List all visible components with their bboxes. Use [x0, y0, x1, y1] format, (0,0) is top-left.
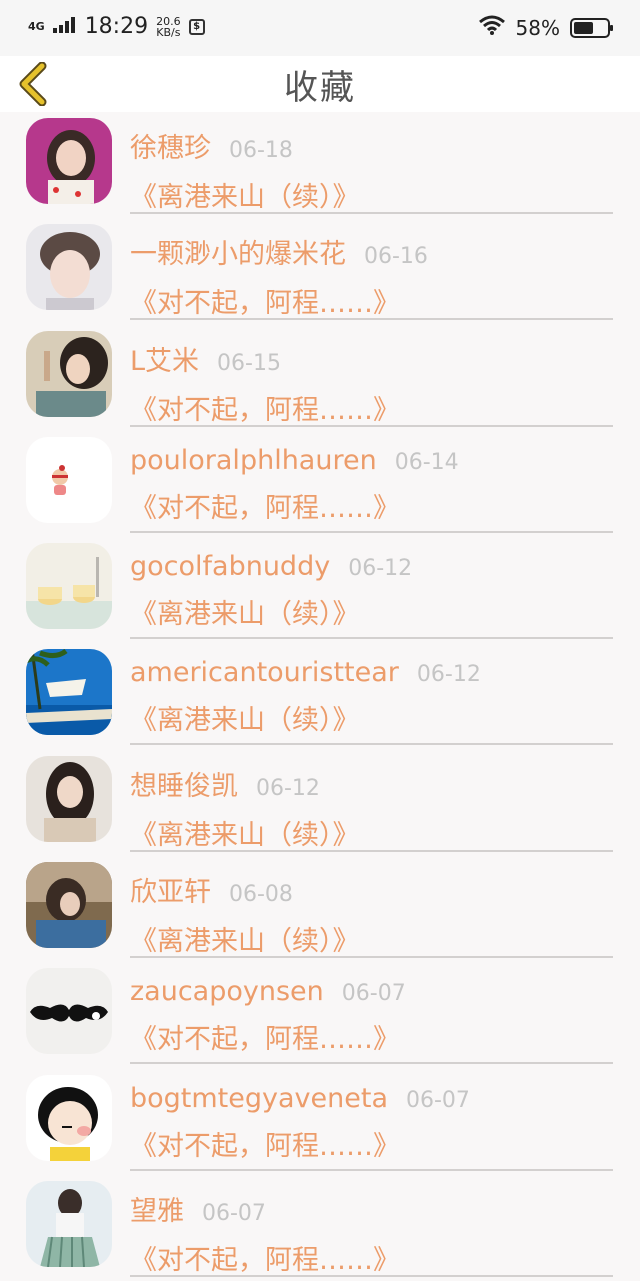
date-label: 06-12	[348, 556, 413, 582]
story-title: 《离港来山（续）》	[130, 819, 360, 851]
author-name: gocolfabnuddy	[130, 551, 331, 583]
author-name: pouloralphlhauren	[130, 444, 377, 476]
date-label: 06-07	[341, 981, 406, 1007]
story-title: 《对不起，阿程……》	[130, 1024, 400, 1056]
date-label: 06-12	[256, 775, 320, 801]
back-button[interactable]	[14, 62, 54, 106]
author-name: americantouristtear	[130, 657, 399, 689]
avatar[interactable]	[26, 118, 112, 204]
status-bar: 4G 18:29 20.6 KB/s $ 58%	[0, 0, 640, 56]
clock: 18:29	[84, 14, 149, 39]
date-label: 06-15	[217, 350, 281, 376]
avatar[interactable]	[26, 1074, 112, 1161]
author-name: zaucapoynsen	[130, 976, 324, 1008]
page-title: 收藏	[284, 67, 356, 108]
list-item[interactable]: zaucapoynsen 06-07 《对不起，阿程……》	[0, 962, 640, 1068]
list-item-body: bogtmtegyaveneta 06-07 《对不起，阿程……》	[130, 1077, 613, 1171]
list-item-body: 想睡俊凯 06-12 《离港来山（续）》	[130, 758, 613, 852]
author-name: L艾米	[130, 345, 200, 377]
list-item-body: 望雅 06-07 《对不起，阿程……》	[130, 1183, 613, 1277]
battery-percent: 58%	[515, 15, 560, 40]
list-item[interactable]: gocolfabnuddy 06-12 《离港来山（续）》	[0, 537, 640, 643]
wifi-icon	[478, 15, 506, 40]
list-item-body: 徐穗珍 06-18 《离港来山（续）》	[130, 120, 613, 214]
avatar[interactable]	[26, 224, 112, 311]
author-name: 想睡俊凯	[130, 770, 238, 802]
list-item[interactable]: pouloralphlhauren 06-14 《对不起，阿程……》	[0, 431, 640, 537]
favorites-list: 徐穗珍 06-18 《离港来山（续）》 一颗渺小的爆米花 06-16 《对不起，…	[0, 112, 640, 1281]
list-item-body: gocolfabnuddy 06-12 《离港来山（续）》	[130, 545, 613, 640]
avatar[interactable]	[26, 436, 112, 523]
author-name: 望雅	[130, 1195, 184, 1227]
network-speed-unit: KB/s	[156, 25, 181, 39]
avatar[interactable]	[26, 968, 112, 1055]
network-indicator: 4G	[28, 19, 45, 33]
story-title: 《对不起，阿程……》	[130, 1244, 400, 1276]
date-label: 06-16	[364, 244, 428, 270]
list-item[interactable]: bogtmtegyaveneta 06-07 《对不起，阿程……》	[0, 1069, 640, 1175]
list-item[interactable]: americantouristtear 06-12 《离港来山（续）》	[0, 643, 640, 749]
avatar[interactable]	[26, 330, 112, 417]
list-item-body: L艾米 06-15 《对不起，阿程……》	[130, 333, 613, 427]
list-item-body: pouloralphlhauren 06-14 《对不起，阿程……》	[130, 439, 613, 533]
story-title: 《对不起，阿程……》	[130, 394, 400, 426]
author-name: 徐穗珍	[130, 133, 211, 164]
avatar[interactable]	[26, 543, 112, 630]
nav-bar: 收藏	[0, 56, 640, 112]
list-item-body: 欣亚轩 06-08 《离港来山（续）》	[130, 864, 613, 959]
list-item-body: 一颗渺小的爆米花 06-16 《对不起，阿程……》	[130, 226, 613, 321]
list-item-body: americantouristtear 06-12 《离港来山（续）》	[130, 651, 613, 746]
date-label: 06-08	[229, 882, 293, 908]
battery-icon	[570, 17, 613, 38]
list-item[interactable]: 想睡俊凯 06-12 《离港来山（续）》	[0, 750, 640, 856]
list-item[interactable]: 望雅 06-07 《对不起，阿程……》	[0, 1175, 640, 1281]
story-title: 《对不起，阿程……》	[130, 492, 400, 524]
story-title: 《离港来山（续）》	[130, 926, 360, 958]
list-item-body: zaucapoynsen 06-07 《对不起，阿程……》	[130, 970, 613, 1065]
date-label: 06-07	[202, 1200, 266, 1226]
author-name: 欣亚轩	[130, 877, 211, 909]
story-title: 《对不起，阿程……》	[130, 288, 400, 320]
story-title: 《离港来山（续）》	[130, 182, 360, 213]
author-name: 一颗渺小的爆米花	[130, 239, 346, 271]
network-speed: 20.6 KB/s	[156, 16, 181, 38]
date-label: 06-14	[394, 449, 459, 475]
author-name: bogtmtegyaveneta	[130, 1082, 388, 1114]
avatar[interactable]	[26, 862, 112, 949]
chevron-left-icon	[19, 62, 47, 106]
story-title: 《离港来山（续）》	[130, 599, 360, 631]
date-label: 06-12	[416, 662, 481, 688]
avatar[interactable]	[26, 755, 112, 842]
app-notification-icon: $	[188, 18, 205, 35]
signal-icon	[52, 16, 77, 37]
battery-level	[574, 21, 593, 34]
story-title: 《离港来山（续）》	[130, 705, 360, 737]
list-item[interactable]: 欣亚轩 06-08 《离港来山（续）》	[0, 856, 640, 962]
date-label: 06-07	[406, 1087, 470, 1113]
avatar[interactable]	[26, 649, 112, 736]
avatar[interactable]	[26, 1180, 112, 1267]
list-item[interactable]: 徐穗珍 06-18 《离港来山（续）》	[0, 112, 640, 218]
date-label: 06-18	[229, 138, 293, 163]
story-title: 《对不起，阿程……》	[130, 1130, 400, 1162]
list-item[interactable]: L艾米 06-15 《对不起，阿程……》	[0, 325, 640, 431]
list-item[interactable]: 一颗渺小的爆米花 06-16 《对不起，阿程……》	[0, 218, 640, 324]
